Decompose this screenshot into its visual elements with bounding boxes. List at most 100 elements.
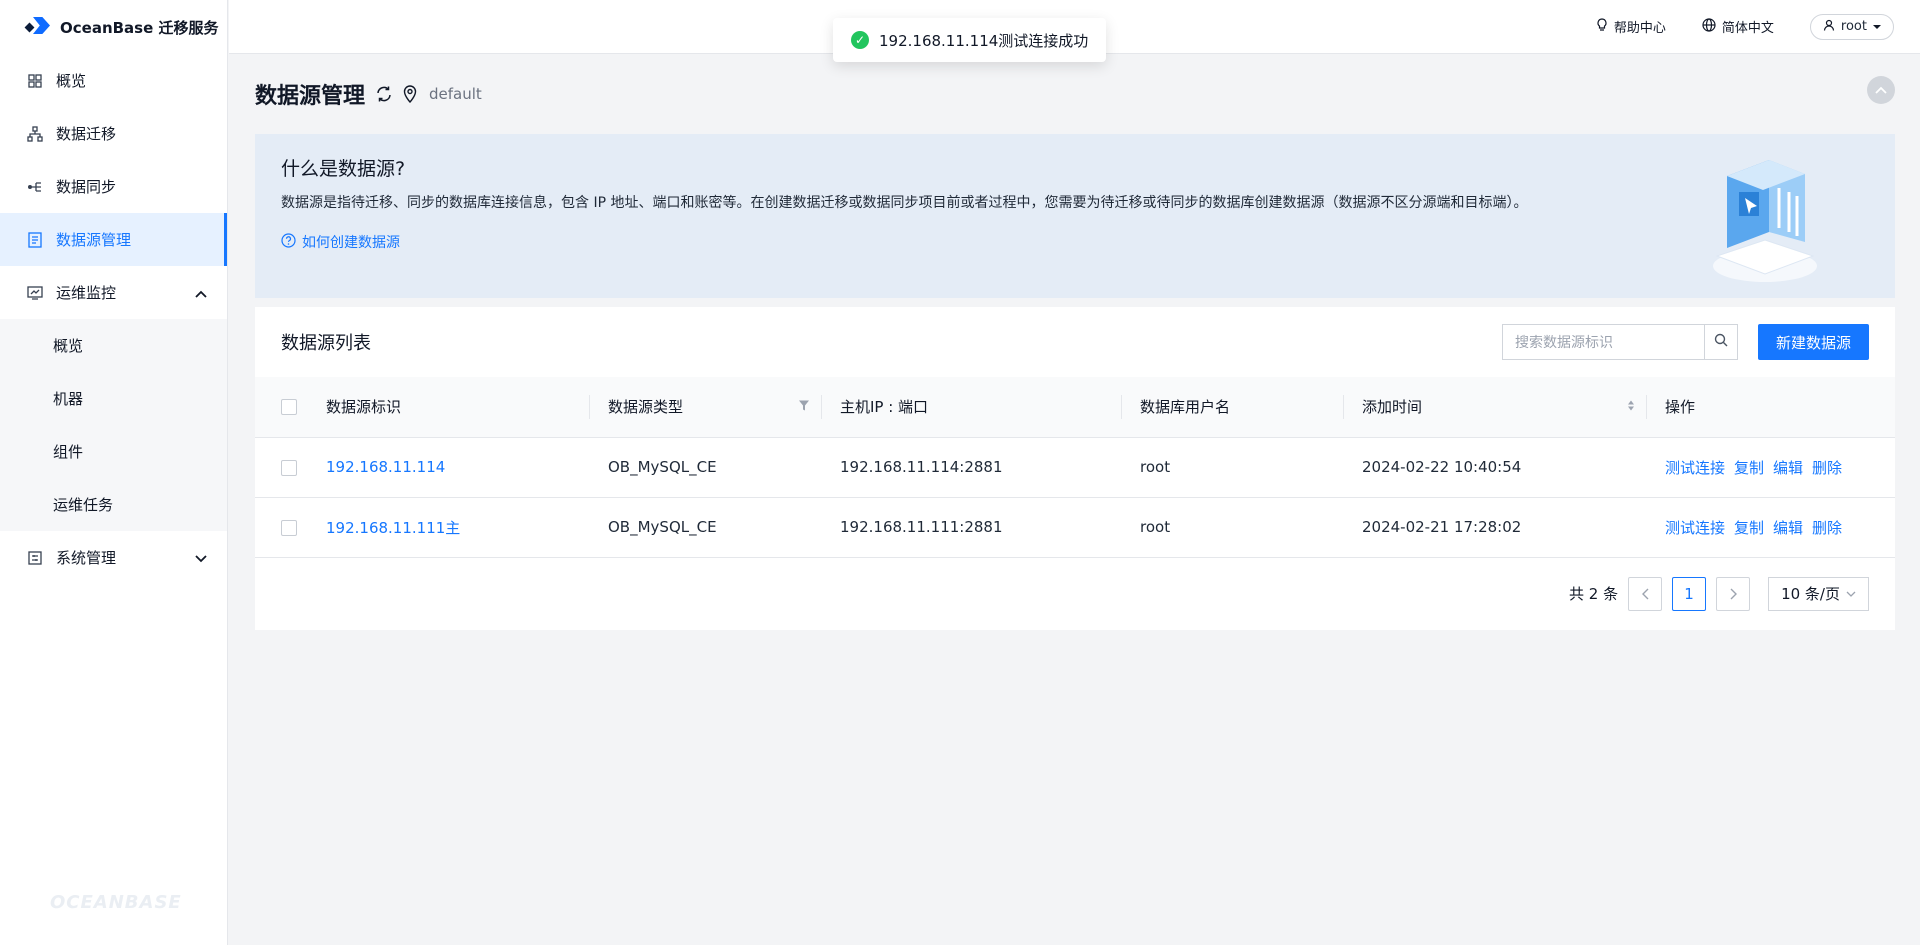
edit-link[interactable]: 编辑 [1773,519,1803,537]
sidebar-item-label: 数据迁移 [56,125,117,143]
row-select-cell [255,497,326,557]
collapse-button[interactable] [1867,76,1895,104]
datasource-table: 数据源标识 数据源类型 主机IP : 端口 数据库用户名 添加时间 操作 192… [255,377,1895,558]
language-label: 简体中文 [1721,21,1774,36]
sidebar-subitem-overview[interactable]: 概览 [0,319,227,372]
sidebar-item-label: 数据源管理 [56,231,132,249]
column-label: 操作 [1665,398,1696,417]
monitor-icon [26,284,44,302]
filter-icon[interactable] [798,399,810,414]
column-header-host: 主机IP : 端口 [822,377,1122,437]
test-connection-link[interactable]: 测试连接 [1665,519,1725,537]
table-header-row: 数据源标识 数据源类型 主机IP : 端口 数据库用户名 添加时间 操作 [255,377,1895,437]
column-header-time: 添加时间 [1344,377,1647,437]
main-content: 数据源管理 default 什么是数据源? 数据源是指待迁移、同步的数据库连接信… [255,54,1895,630]
sidebar-subitem-ops-tasks[interactable]: 运维任务 [0,478,227,531]
sidebar-item-system[interactable]: 系统管理 [0,531,227,584]
row-select-cell [255,437,326,497]
help-center-label: 帮助中心 [1613,21,1666,36]
row-checkbox[interactable] [281,519,297,536]
sidebar-item-label: 概览 [56,72,87,90]
sitemap-icon [26,125,44,143]
test-connection-link[interactable]: 测试连接 [1665,459,1725,477]
sidebar-item-ops-monitor[interactable]: 运维监控 [0,266,227,319]
search-button[interactable] [1703,324,1738,360]
table-row: 192.168.11.114 OB_MySQL_CE 192.168.11.11… [255,437,1895,497]
sidebar-item-sync[interactable]: 数据同步 [0,160,227,213]
prev-page-button[interactable] [1628,576,1663,611]
database-doc-icon [26,231,44,249]
column-label: 添加时间 [1362,398,1423,417]
datasource-id-link[interactable]: 192.168.11.114 [326,437,590,497]
copy-link[interactable]: 复制 [1734,459,1764,477]
create-datasource-button[interactable]: 新建数据源 [1757,324,1869,360]
sync-branch-icon [26,178,44,196]
column-label: 数据源类型 [608,398,684,417]
sidebar-item-overview[interactable]: 概览 [0,54,227,107]
row-actions: 测试连接 复制 编辑 删除 [1647,437,1895,497]
language-switch[interactable]: 简体中文 [1702,17,1774,36]
app-logo[interactable]: OceanBase 迁移服务 [0,0,227,54]
select-all-checkbox[interactable] [281,399,297,416]
lightbulb-icon [1596,17,1608,36]
refresh-icon[interactable] [375,85,393,103]
search-icon [1714,333,1728,351]
datasource-time: 2024-02-22 10:40:54 [1362,458,1522,476]
location-pin-icon [403,85,417,103]
row-checkbox[interactable] [281,459,297,476]
page-size-select[interactable]: 10 条/页 [1768,576,1869,611]
how-to-create-link[interactable]: 如何创建数据源 [281,232,1869,252]
sidebar-subitem-components[interactable]: 组件 [0,425,227,478]
oceanbase-logo-icon [24,13,52,41]
column-header-type: 数据源类型 [590,377,822,437]
app-title: OceanBase 迁移服务 [60,18,219,37]
search-box: 搜索数据源标识 [1501,324,1738,360]
column-label: 主机IP : 端口 [840,398,929,417]
delete-link[interactable]: 删除 [1812,459,1842,477]
page-1-button[interactable]: 1 [1672,576,1707,611]
sidebar-item-label: 数据同步 [56,178,117,196]
column-header-actions: 操作 [1647,377,1895,437]
how-to-label: 如何创建数据源 [302,235,400,251]
list-header: 数据源列表 搜索数据源标识 新建数据源 [255,307,1895,377]
info-title: 什么是数据源? [281,158,406,180]
sidebar-subitem-machines[interactable]: 机器 [0,372,227,425]
toast-message: 192.168.11.114测试连接成功 [879,31,1089,50]
delete-link[interactable]: 删除 [1812,519,1842,537]
user-name: root [1840,19,1867,34]
chevron-down-icon [1846,591,1856,597]
sidebar-item-migration[interactable]: 数据迁移 [0,107,227,160]
sidebar-item-datasource[interactable]: 数据源管理 [0,213,227,266]
pagination: 共 2 条 1 10 条/页 [255,558,1895,630]
next-page-button[interactable] [1716,576,1751,611]
column-label: 数据源标识 [326,398,402,417]
pagination-total: 共 2 条 [1568,585,1619,603]
datasource-id-link[interactable]: 192.168.11.111主 [326,497,590,557]
page-header: 数据源管理 default [255,54,1895,134]
search-input[interactable]: 搜索数据源标识 [1501,324,1704,360]
datasource-host: 192.168.11.114:2881 [840,458,1003,476]
info-description: 数据源是指待迁移、同步的数据库连接信息，包含 IP 地址、端口和账密等。在创建数… [281,195,1528,211]
ops-submenu: 概览 机器 组件 运维任务 [0,319,227,531]
namespace-label: default [429,85,482,103]
edit-link[interactable]: 编辑 [1773,459,1803,477]
column-label: 数据库用户名 [1140,398,1231,417]
sidebar-item-label: 运维监控 [56,284,117,302]
success-toast: ✓ 192.168.11.114测试连接成功 [833,18,1107,62]
list-title: 数据源列表 [281,333,371,354]
user-icon [1823,19,1835,35]
user-menu[interactable]: root [1809,13,1894,40]
help-center-link[interactable]: 帮助中心 [1596,17,1666,36]
chevron-left-icon [1641,588,1649,599]
page-size-value: 10 条/页 [1781,585,1840,603]
page-title: 数据源管理 [255,84,366,109]
datasource-time: 2024-02-21 17:28:02 [1362,518,1522,536]
datasource-user: root [1140,518,1171,536]
oceanbase-watermark: OCEANBASE [50,892,182,913]
sort-icon[interactable] [1627,399,1635,414]
row-actions: 测试连接 复制 编辑 删除 [1647,497,1895,557]
grid-icon [26,72,44,90]
sidebar-item-label: 系统管理 [56,549,117,567]
copy-link[interactable]: 复制 [1734,519,1764,537]
chevron-up-icon [195,284,207,302]
